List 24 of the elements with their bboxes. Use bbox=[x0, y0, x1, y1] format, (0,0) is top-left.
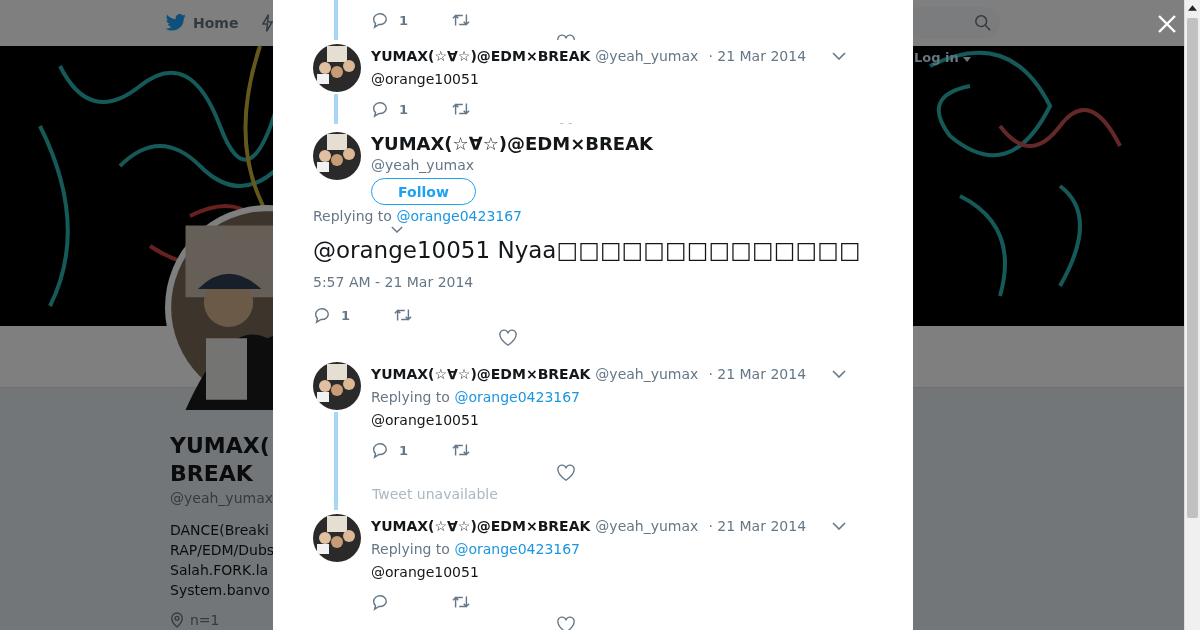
replying-label: Replying to bbox=[371, 541, 450, 557]
bio-text: Salah.FORK.la bbox=[170, 561, 270, 580]
location-text: n=1 bbox=[190, 612, 220, 628]
bio-text: System.banvo bbox=[170, 581, 271, 600]
author-handle[interactable]: @yeah_yumax bbox=[595, 366, 699, 382]
profile-handle: @yeah_yumax bbox=[170, 490, 273, 506]
author-name[interactable]: YUMAX(☆∀☆)@EDM×BREAK bbox=[371, 518, 591, 534]
mention-link[interactable]: @orange0423167 bbox=[454, 541, 580, 557]
home-tab[interactable]: Home bbox=[163, 8, 241, 38]
profile-name: YUMAX( bbox=[170, 432, 271, 460]
reply-button[interactable]: 1 bbox=[371, 441, 451, 459]
bio-text: DANCE(Breaki bbox=[170, 521, 270, 540]
tweet-text: @orange10051 bbox=[371, 563, 480, 582]
tweet-date[interactable]: · 21 Mar 2014 bbox=[708, 366, 807, 382]
mention-link[interactable]: @orange0423167 bbox=[454, 389, 580, 405]
bio-text: RAP/EDM/Dubs bbox=[170, 541, 273, 560]
replying-label: Replying to bbox=[371, 389, 450, 405]
author-handle[interactable]: @yeah_yumax bbox=[595, 518, 699, 534]
tweet-text: @orange10051 bbox=[371, 411, 480, 430]
reply-button[interactable]: 1 bbox=[371, 11, 451, 29]
tweet-date[interactable]: · 21 Mar 2014 bbox=[708, 518, 807, 534]
profile-name: BREAK bbox=[170, 460, 254, 488]
unavailable-notice: Tweet unavailable bbox=[372, 485, 498, 503]
author-name[interactable]: YUMAX(☆∀☆)@EDM×BREAK bbox=[371, 366, 591, 382]
